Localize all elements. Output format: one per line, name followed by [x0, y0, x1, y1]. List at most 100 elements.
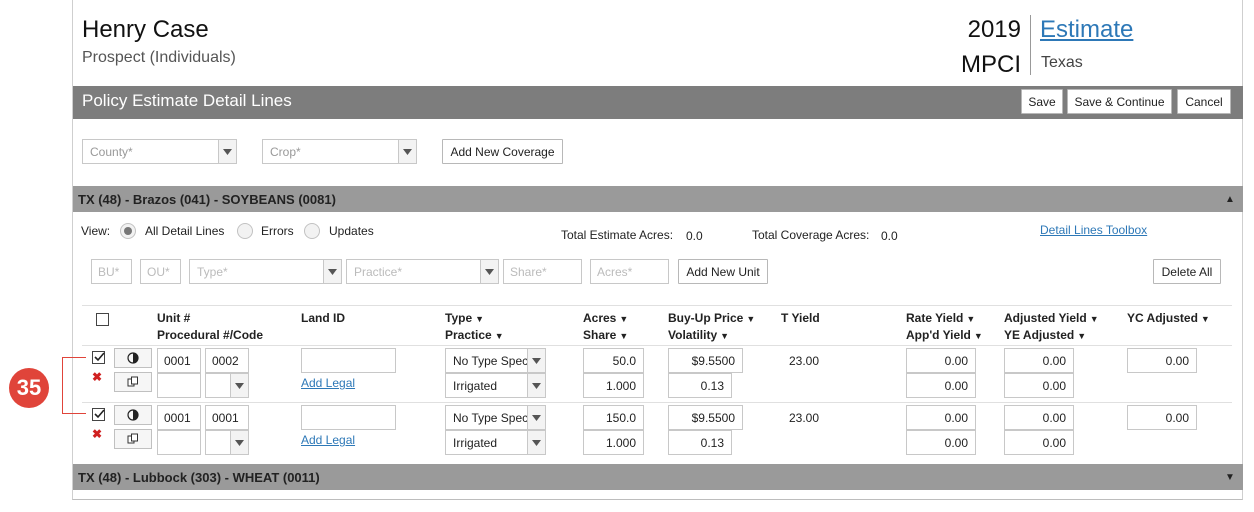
- save-button[interactable]: Save: [1021, 89, 1063, 114]
- copy-row-button[interactable]: [114, 372, 152, 392]
- col-share[interactable]: Share ▼: [583, 328, 628, 342]
- col-unit: Unit #: [157, 311, 191, 325]
- row-share-input[interactable]: 1.000: [583, 373, 644, 398]
- row-volatility-input[interactable]: 0.13: [668, 373, 732, 398]
- add-new-unit-button[interactable]: Add New Unit: [678, 259, 768, 284]
- row-ye-adjusted-input[interactable]: 0.00: [1004, 430, 1074, 455]
- row-adjusted-yield-input[interactable]: 0.00: [1004, 348, 1074, 373]
- row-type-select[interactable]: No Type Spec: [445, 348, 546, 373]
- row-volatility-input[interactable]: 0.13: [668, 430, 732, 455]
- col-volatility[interactable]: Volatility ▼: [668, 328, 729, 342]
- row-rate-yield-input[interactable]: 0.00: [906, 405, 976, 430]
- unit-number-input-2[interactable]: 0001: [205, 405, 249, 430]
- annotation-badge: 35: [9, 368, 49, 408]
- col-acres[interactable]: Acres ▼: [583, 311, 628, 325]
- procedural-code-select[interactable]: [205, 430, 249, 455]
- type-select[interactable]: Type*: [189, 259, 342, 284]
- procedural-input[interactable]: [157, 430, 201, 455]
- radio-updates[interactable]: [304, 223, 320, 239]
- col-rate-yield[interactable]: Rate Yield ▼: [906, 311, 975, 325]
- col-type[interactable]: Type ▼: [445, 311, 484, 325]
- select-all-checkbox[interactable]: [96, 313, 109, 326]
- col-yc-adjusted[interactable]: YC Adjusted ▼: [1127, 311, 1210, 325]
- procedural-code-select[interactable]: [205, 373, 249, 398]
- radio-errors[interactable]: [237, 223, 253, 239]
- row-practice-select[interactable]: Irrigated: [445, 373, 546, 398]
- col-share-label: Share: [583, 328, 617, 342]
- crop-select[interactable]: Crop*: [262, 139, 417, 164]
- add-new-coverage-button[interactable]: Add New Coverage: [442, 139, 563, 164]
- contrast-toggle-button[interactable]: [114, 405, 152, 425]
- row-yc-adjusted-input[interactable]: 0.00: [1127, 348, 1197, 373]
- row-acres-input[interactable]: 50.0: [583, 348, 644, 373]
- procedural-input[interactable]: [157, 373, 201, 398]
- chevron-down-icon: [230, 374, 248, 397]
- row-appd-yield-input[interactable]: 0.00: [906, 373, 976, 398]
- add-legal-link[interactable]: Add Legal: [301, 433, 355, 447]
- land-id-input[interactable]: [301, 348, 396, 373]
- row-ye-adjusted-input[interactable]: 0.00: [1004, 373, 1074, 398]
- delete-all-button[interactable]: Delete All: [1153, 259, 1221, 284]
- radio-label-updates: Updates: [329, 224, 374, 238]
- bu-input[interactable]: BU*: [91, 259, 132, 284]
- cancel-button[interactable]: Cancel: [1177, 89, 1231, 114]
- row-buyup-input[interactable]: $9.5500: [668, 405, 743, 430]
- row-buyup-input[interactable]: $9.5500: [668, 348, 743, 373]
- col-adjusted-yield[interactable]: Adjusted Yield ▼: [1004, 311, 1099, 325]
- share-input[interactable]: Share*: [503, 259, 582, 284]
- radio-all-detail-lines[interactable]: [120, 223, 136, 239]
- estimate-link[interactable]: Estimate: [1040, 16, 1133, 44]
- row-acres-input[interactable]: 150.0: [583, 405, 644, 430]
- chevron-down-icon: [480, 260, 498, 283]
- col-ye-adjusted-label: YE Adjusted: [1004, 328, 1075, 342]
- unit-number-input[interactable]: 0001: [157, 348, 201, 373]
- sort-caret-icon: ▼: [1200, 314, 1210, 324]
- total-coverage-label: Total Coverage Acres:: [752, 228, 870, 242]
- county-select[interactable]: County*: [82, 139, 237, 164]
- policy-state: Texas: [1041, 54, 1083, 71]
- row-checkbox[interactable]: [92, 408, 105, 421]
- row-type-select[interactable]: No Type Spec: [445, 405, 546, 430]
- sort-caret-icon: ▼: [720, 331, 730, 341]
- col-volatility-label: Volatility: [668, 328, 718, 342]
- col-appd-yield[interactable]: App'd Yield ▼: [906, 328, 983, 342]
- contrast-toggle-button[interactable]: [114, 348, 152, 368]
- expand-arrow-icon[interactable]: ▼: [1225, 472, 1235, 483]
- col-buyup[interactable]: Buy-Up Price ▼: [668, 311, 755, 325]
- acres-input[interactable]: Acres*: [590, 259, 669, 284]
- col-practice-label: Practice: [445, 328, 492, 342]
- add-legal-link[interactable]: Add Legal: [301, 376, 355, 390]
- practice-select[interactable]: Practice*: [346, 259, 499, 284]
- row-appd-yield-input[interactable]: 0.00: [906, 430, 976, 455]
- view-label: View:: [81, 224, 111, 238]
- contrast-icon: [127, 409, 139, 421]
- copy-row-button[interactable]: [114, 429, 152, 449]
- row-rate-yield-input[interactable]: 0.00: [906, 348, 976, 373]
- sort-caret-icon: ▼: [973, 331, 983, 341]
- total-estimate-value: 0.0: [686, 229, 703, 243]
- save-continue-button[interactable]: Save & Continue: [1067, 89, 1172, 114]
- collapse-arrow-icon[interactable]: ▲: [1225, 194, 1235, 205]
- col-adjusted-yield-label: Adjusted Yield: [1004, 311, 1087, 325]
- sort-caret-icon: ▼: [1077, 331, 1087, 341]
- land-id-input[interactable]: [301, 405, 396, 430]
- row-adjusted-yield-input[interactable]: 0.00: [1004, 405, 1074, 430]
- chevron-down-icon: [323, 260, 341, 283]
- row-share-input[interactable]: 1.000: [583, 430, 644, 455]
- row-yc-adjusted-input[interactable]: 0.00: [1127, 405, 1197, 430]
- col-practice[interactable]: Practice ▼: [445, 328, 504, 342]
- row-practice-select[interactable]: Irrigated: [445, 430, 546, 455]
- delete-row-icon[interactable]: ✖: [92, 370, 102, 384]
- detail-lines-toolbox-link[interactable]: Detail Lines Toolbox: [1040, 223, 1147, 237]
- unit-number-input-2[interactable]: 0002: [205, 348, 249, 373]
- col-ye-adjusted[interactable]: YE Adjusted ▼: [1004, 328, 1086, 342]
- ou-input[interactable]: OU*: [140, 259, 181, 284]
- delete-row-icon[interactable]: ✖: [92, 427, 102, 441]
- crop-placeholder: Crop*: [270, 144, 301, 159]
- unit-number-input[interactable]: 0001: [157, 405, 201, 430]
- row-checkbox[interactable]: [92, 351, 105, 364]
- policy-year: 2019: [967, 16, 1021, 43]
- row-divider: [82, 345, 1232, 346]
- sort-caret-icon: ▼: [619, 314, 629, 324]
- coverage-group-title: TX (48) - Lubbock (303) - WHEAT (0011): [78, 470, 320, 485]
